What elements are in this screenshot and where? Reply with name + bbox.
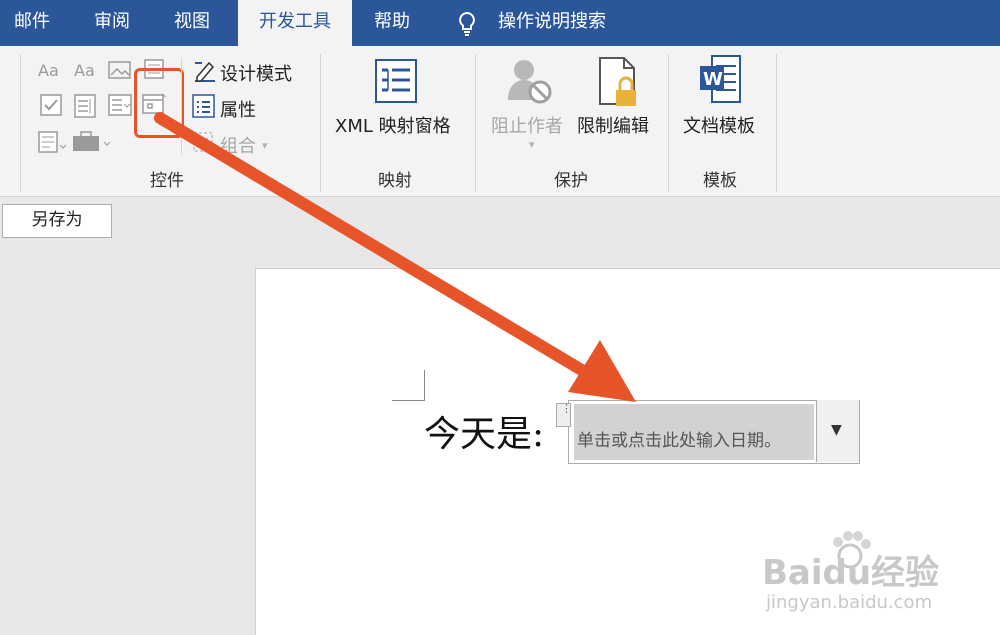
picture-content-control-icon[interactable] [108, 59, 131, 81]
checkbox-content-control-icon[interactable] [40, 94, 62, 116]
save-as-button[interactable]: 另存为 [2, 204, 112, 238]
templates-group-label: 模板 [703, 171, 737, 191]
restrict-editing-button[interactable]: 限制编辑 [577, 112, 649, 138]
plain-text-content-control-icon[interactable]: Aa [74, 60, 96, 82]
tab-view[interactable]: 视图 [174, 0, 210, 46]
mapping-group-label: 映射 [378, 171, 412, 191]
ribbon-developer: Aa Aa 设计模式 属性 组合 ▾ 控件 XML 映射窗格 映射 阻止作者 ▾… [0, 46, 1000, 197]
group-dropdown-arrow-icon: ▾ [262, 139, 268, 152]
highlight-box [134, 68, 184, 138]
xml-mapping-pane-button[interactable]: XML 映射窗格 [335, 112, 451, 138]
lightbulb-icon [456, 11, 478, 37]
tab-help[interactable]: 帮助 [374, 0, 410, 46]
block-authors-button[interactable]: 阻止作者 [491, 112, 563, 138]
svg-text:Aa: Aa [38, 61, 59, 80]
design-mode-button[interactable]: 设计模式 [220, 60, 292, 86]
paw-icon [828, 528, 872, 572]
xml-mapping-pane-icon[interactable] [374, 58, 420, 106]
repeating-section-icon[interactable] [72, 130, 111, 152]
restrict-editing-icon[interactable] [596, 56, 644, 108]
block-authors-icon[interactable] [504, 56, 554, 106]
group-icon[interactable] [192, 130, 214, 152]
block-authors-dropdown-icon: ▾ [529, 138, 535, 151]
word-document-template-icon[interactable]: W [698, 54, 744, 106]
svg-text:Aa: Aa [74, 61, 95, 80]
combo-box-content-control-icon[interactable] [74, 94, 96, 118]
tab-review[interactable]: 审阅 [94, 0, 130, 46]
document-text[interactable]: 今天是: [424, 405, 544, 457]
group-button[interactable]: 组合 [220, 132, 256, 158]
document-template-button[interactable]: 文档模板 [683, 112, 755, 138]
tab-developer[interactable]: 开发工具 [238, 0, 352, 48]
text-boundary-corner [392, 370, 425, 401]
svg-text:W: W [703, 69, 723, 90]
dropdown-arrow-icon: ▼ [831, 422, 842, 438]
legacy-tools-icon[interactable] [38, 130, 67, 153]
rich-text-content-control-icon[interactable]: Aa [38, 60, 60, 82]
date-placeholder-text: 单击或点击此处输入日期。 [577, 431, 781, 451]
protect-group-label: 保护 [554, 171, 588, 191]
dropdown-list-content-control-icon[interactable] [108, 94, 132, 116]
baidu-watermark-url: jingyan.baidu.com [766, 592, 933, 613]
properties-icon[interactable] [192, 94, 215, 118]
tell-me-search[interactable]: 操作说明搜索 [498, 0, 606, 46]
controls-group-label: 控件 [150, 171, 184, 191]
properties-button[interactable]: 属性 [220, 96, 256, 122]
tab-mailings[interactable]: 邮件 [14, 0, 50, 46]
design-mode-icon[interactable] [192, 59, 215, 82]
quick-toolbar [0, 197, 1000, 243]
ribbon-truncated-edge [0, 112, 6, 132]
drag-handle-icon: ⋮ [561, 402, 572, 415]
ribbon-tab-bar: 邮件 审阅 视图 开发工具 帮助 操作说明搜索 [0, 0, 1000, 48]
